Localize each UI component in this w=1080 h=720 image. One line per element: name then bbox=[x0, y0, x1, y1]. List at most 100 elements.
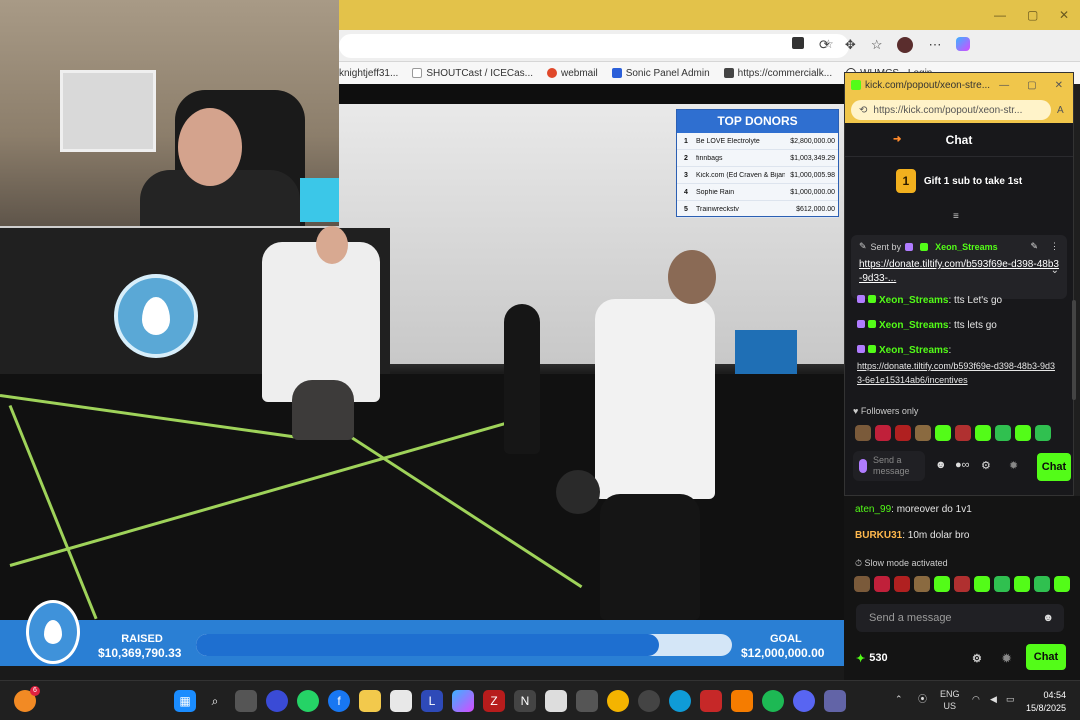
chrome-icon[interactable] bbox=[607, 690, 629, 712]
firefox-icon[interactable]: 6 bbox=[14, 686, 40, 712]
extensions-puzzle-icon[interactable]: ✥ bbox=[845, 37, 856, 53]
close-icon[interactable]: ✕ bbox=[1055, 80, 1063, 91]
chat-link[interactable]: https://donate.tiltify.com/b593f69e-d398… bbox=[857, 359, 1057, 387]
emote-icon[interactable] bbox=[874, 576, 890, 592]
emote-icon[interactable] bbox=[915, 425, 931, 441]
bookmark-item[interactable]: knightjeff31... bbox=[339, 68, 398, 79]
maximize-icon[interactable]: ▢ bbox=[1027, 8, 1038, 22]
spotify-icon[interactable] bbox=[762, 690, 784, 712]
emote-icon[interactable] bbox=[995, 425, 1011, 441]
chat-input[interactable]: Send a message ☻ bbox=[856, 604, 1064, 632]
app-icon[interactable] bbox=[266, 690, 288, 712]
search-icon[interactable]: ⌕ bbox=[204, 690, 226, 712]
system-clock[interactable]: 04:54 15/8/2025 bbox=[1026, 689, 1066, 715]
teams-icon[interactable] bbox=[824, 690, 846, 712]
wifi-icon[interactable]: ◠ bbox=[972, 693, 980, 705]
windows-start-icon[interactable]: ▦ bbox=[174, 690, 196, 712]
refresh-icon[interactable]: ⟳ bbox=[819, 37, 830, 53]
tray-chevron-icon[interactable]: ⌃ bbox=[895, 693, 903, 705]
bookmark-item[interactable]: https://commercialk... bbox=[723, 68, 832, 79]
emote-icon[interactable] bbox=[954, 576, 970, 592]
chat-username[interactable]: aten_99 bbox=[855, 504, 891, 515]
app-orange-icon[interactable] bbox=[731, 690, 753, 712]
file-explorer-icon[interactable] bbox=[359, 690, 381, 712]
emote-icon[interactable] bbox=[1034, 576, 1050, 592]
emote-icon[interactable] bbox=[894, 576, 910, 592]
popout-chat-input[interactable]: Send a message bbox=[853, 451, 925, 481]
popout-url-bar[interactable]: ⟲ https://kick.com/popout/xeon-str... bbox=[851, 100, 1051, 120]
emote-icon[interactable] bbox=[1035, 425, 1051, 441]
more-options-icon[interactable]: ⋮ bbox=[1050, 241, 1059, 252]
language-indicator[interactable]: ENG US bbox=[940, 688, 960, 712]
obs-icon[interactable] bbox=[638, 690, 660, 712]
microphone-icon[interactable]: ⦿ bbox=[918, 693, 927, 705]
emote-icon[interactable] bbox=[1014, 576, 1030, 592]
settings-gear-icon[interactable]: ⚙ bbox=[972, 652, 982, 665]
emoji-icon[interactable]: ☻ bbox=[1042, 612, 1054, 624]
edge-icon[interactable] bbox=[669, 690, 691, 712]
emote-icon[interactable] bbox=[955, 425, 971, 441]
expand-menu-icon[interactable]: ≡ bbox=[953, 211, 959, 222]
chevron-down-icon[interactable]: ⌄ bbox=[1051, 265, 1059, 276]
minimize-icon[interactable]: — bbox=[994, 8, 1006, 22]
paint-icon[interactable]: ●∞ bbox=[955, 459, 970, 471]
maximize-icon[interactable]: ▢ bbox=[1027, 80, 1036, 91]
favorites-icon[interactable]: ☆ bbox=[871, 37, 883, 53]
copilot-icon[interactable] bbox=[452, 690, 474, 712]
unpin-icon[interactable]: ✎ bbox=[1030, 241, 1038, 252]
discord-icon[interactable] bbox=[793, 690, 815, 712]
mic-icon[interactable] bbox=[859, 459, 867, 473]
emote-icon[interactable] bbox=[1054, 576, 1070, 592]
close-icon[interactable]: ✕ bbox=[1059, 8, 1069, 22]
badge-settings-icon[interactable]: ✹ bbox=[1009, 459, 1018, 472]
minimize-icon[interactable]: — bbox=[999, 80, 1009, 91]
points-icon[interactable]: ✦ bbox=[856, 652, 865, 665]
pinned-link[interactable]: https://donate.tiltify.com/b593f69e-d398… bbox=[859, 258, 1059, 286]
emoji-icon[interactable]: ☻ bbox=[935, 459, 947, 471]
chat-username[interactable]: Xeon_Streams bbox=[879, 345, 948, 356]
extension-icon[interactable] bbox=[792, 37, 804, 49]
settings-gear-icon[interactable]: ⚙ bbox=[981, 459, 991, 472]
l-app-icon[interactable]: L bbox=[421, 690, 443, 712]
record-icon[interactable] bbox=[700, 690, 722, 712]
collapse-arrow-icon[interactable]: ➜ bbox=[893, 134, 901, 145]
copilot-icon[interactable] bbox=[956, 37, 971, 51]
read-aloud-icon[interactable]: A bbox=[1057, 105, 1064, 116]
calculator-icon[interactable] bbox=[390, 690, 412, 712]
filezilla-icon[interactable]: Z bbox=[483, 690, 505, 712]
gift-sub-banner[interactable]: 1 Gift 1 sub to take 1st bbox=[845, 157, 1073, 205]
emote-icon[interactable] bbox=[994, 576, 1010, 592]
profile-avatar[interactable] bbox=[897, 37, 914, 53]
chat-send-button[interactable]: Chat bbox=[1037, 453, 1071, 481]
emote-icon[interactable] bbox=[975, 425, 991, 441]
emote-icon[interactable] bbox=[875, 425, 891, 441]
chat-username[interactable]: BURKU31 bbox=[855, 530, 902, 541]
document-icon[interactable] bbox=[545, 690, 567, 712]
chat-username[interactable]: Xeon_Streams bbox=[879, 320, 948, 331]
more-menu-icon[interactable]: ⋯ bbox=[928, 37, 941, 53]
bookmark-item[interactable]: SHOUTCast / ICECas... bbox=[412, 68, 533, 79]
pinned-username[interactable]: Xeon_Streams bbox=[935, 242, 998, 252]
notepad-icon[interactable]: N bbox=[514, 690, 536, 712]
facebook-icon[interactable]: f bbox=[328, 690, 350, 712]
address-bar[interactable] bbox=[339, 34, 849, 58]
points-count[interactable]: 530 bbox=[869, 652, 887, 664]
emote-icon[interactable] bbox=[934, 576, 950, 592]
emote-icon[interactable] bbox=[974, 576, 990, 592]
emote-icon[interactable] bbox=[935, 425, 951, 441]
emote-icon[interactable] bbox=[895, 425, 911, 441]
bookmark-item[interactable]: webmail bbox=[547, 68, 598, 79]
chat-send-button[interactable]: Chat bbox=[1026, 644, 1066, 670]
emote-icon[interactable] bbox=[855, 425, 871, 441]
badge-settings-icon[interactable]: ✹ bbox=[1002, 652, 1011, 665]
bookmark-item[interactable]: Sonic Panel Admin bbox=[611, 68, 710, 79]
task-view-icon[interactable] bbox=[235, 690, 257, 712]
volume-icon[interactable]: ◀ bbox=[990, 693, 997, 705]
chat-scrollbar[interactable] bbox=[1072, 300, 1076, 400]
whatsapp-icon[interactable] bbox=[297, 690, 319, 712]
emote-icon[interactable] bbox=[914, 576, 930, 592]
emote-icon[interactable] bbox=[1015, 425, 1031, 441]
battery-icon[interactable]: ▭ bbox=[1006, 693, 1015, 705]
media-icon[interactable] bbox=[576, 690, 598, 712]
emote-icon[interactable] bbox=[854, 576, 870, 592]
